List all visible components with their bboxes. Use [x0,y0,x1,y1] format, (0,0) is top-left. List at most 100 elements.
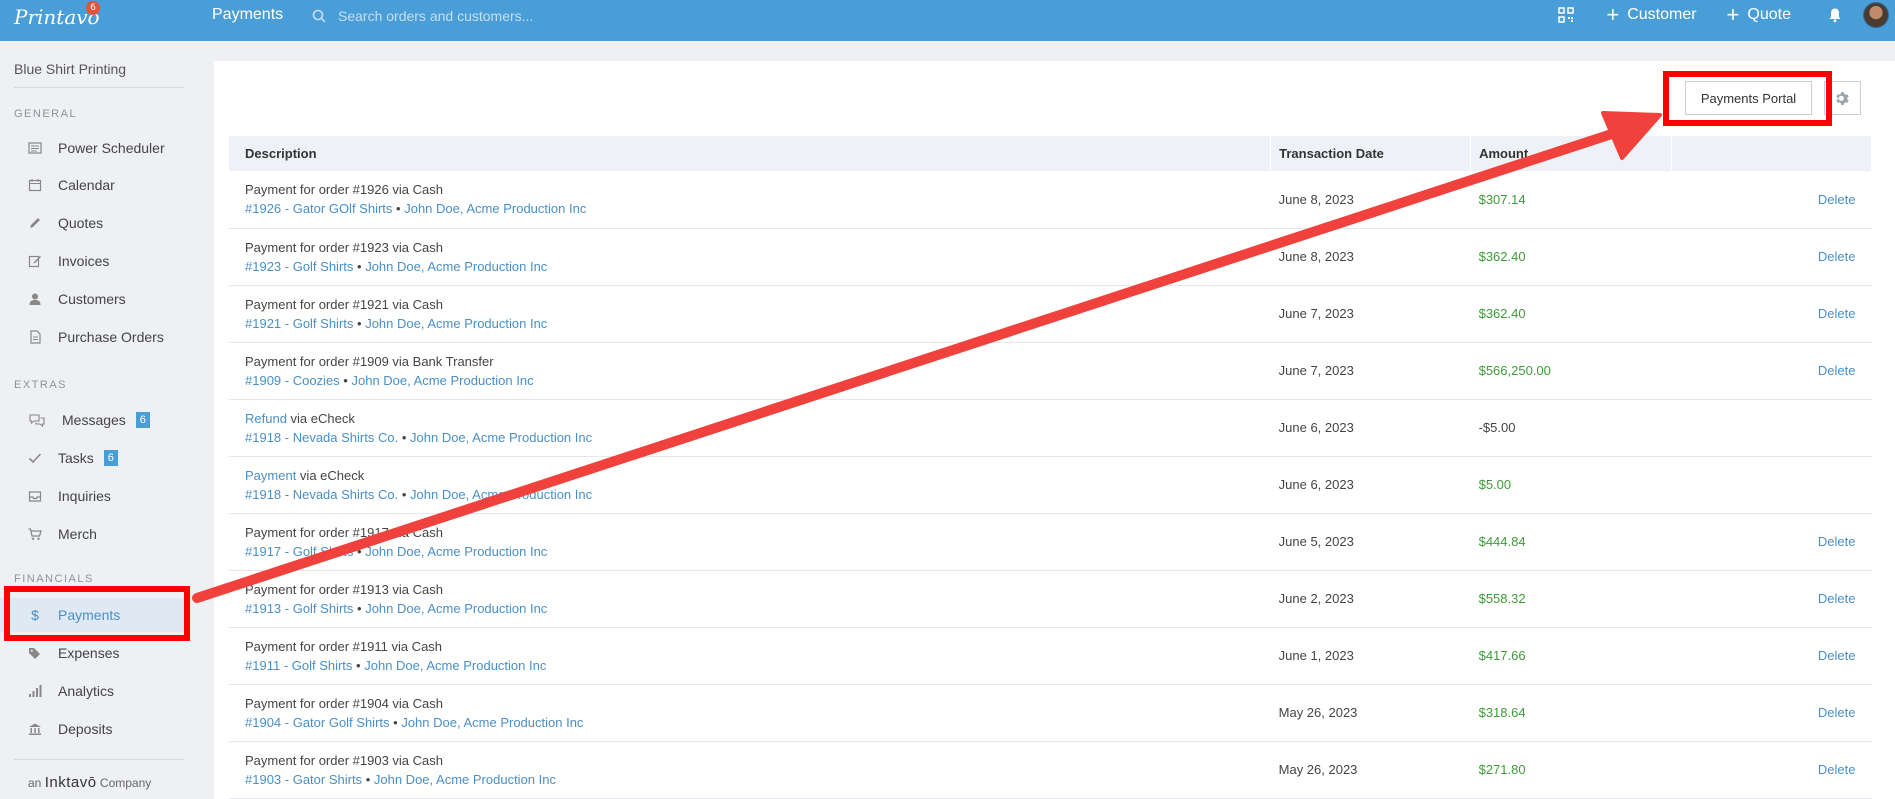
customer-link[interactable]: John Doe, Acme Production Inc [365,259,547,274]
customer-link[interactable]: John Doe, Acme Production Inc [404,201,586,216]
order-link[interactable]: #1903 - Gator Shirts [245,772,362,787]
column-description[interactable]: Description [229,136,1272,171]
order-line: #1923 - Golf Shirts • John Doe, Acme Pro… [245,257,1271,276]
order-link[interactable]: #1918 - Nevada Shirts Co. [245,430,398,445]
transaction-type-link[interactable]: Refund [245,411,287,426]
column-actions [1671,136,1872,171]
sidebar-item-customers[interactable]: Customers [0,282,184,316]
sidebar-item-label: Analytics [58,683,115,699]
amount: $417.66 [1470,627,1672,685]
add-customer-label: Customer [1627,6,1697,23]
order-link[interactable]: #1913 - Golf Shirts [245,601,353,616]
table-row: Payment for order #1903 via Cash #1903 -… [229,741,1872,799]
qr-grid-icon[interactable] [1558,7,1575,23]
sidebar-item-deposits[interactable]: Deposits [0,712,184,746]
actions-cell: Delete [1671,627,1872,685]
order-link[interactable]: #1918 - Nevada Shirts Co. [245,487,398,502]
order-link[interactable]: #1923 - Golf Shirts [245,259,353,274]
delete-link[interactable]: Delete [1818,306,1856,321]
actions-cell: Delete [1671,741,1872,799]
amount: -$5.00 [1470,399,1672,457]
delete-link[interactable]: Delete [1818,648,1856,663]
avatar[interactable] [1863,2,1889,28]
transaction-date: June 6, 2023 [1270,456,1471,514]
separator-dot: • [393,714,398,730]
sidebar-item-expenses[interactable]: Expenses [0,636,184,670]
separator-dot: • [365,771,371,787]
customer-link[interactable]: John Doe, Acme Production Inc [365,544,547,559]
sidebar-item-tasks[interactable]: Tasks 6 [0,441,184,475]
delete-link[interactable]: Delete [1818,705,1856,720]
payment-description: Payment for order #1913 via Cash [245,581,443,597]
sidebar-item-label: Quotes [58,215,104,231]
payments-portal-button[interactable]: Payments Portal [1685,81,1812,115]
description-line: Payment for order #1913 via Cash [245,580,1271,599]
company-name[interactable]: Blue Shirt Printing [14,61,126,77]
customer-link[interactable]: John Doe, Acme Production Inc [410,487,592,502]
table-header-row: Description Transaction Date Amount [229,136,1872,171]
order-link[interactable]: #1909 - Coozies [245,373,340,388]
order-link[interactable]: #1911 - Golf Shirts [245,658,352,673]
sidebar-item-payments[interactable]: $ Payments [0,598,184,632]
customer-link[interactable]: John Doe, Acme Production Inc [374,772,556,787]
tasks-count-badge: 6 [103,450,118,466]
table-row: Refund via eCheck #1918 - Nevada Shirts … [229,399,1872,457]
plus-icon: + [1606,2,1620,27]
sidebar-item-purchase-orders[interactable]: Purchase Orders [0,320,184,354]
column-amount[interactable]: Amount [1470,136,1673,171]
customer-link[interactable]: John Doe, Acme Production Inc [364,658,546,673]
transaction-type-link[interactable]: Payment [245,468,296,483]
separator-dot: • [401,429,407,445]
sidebar-item-quotes[interactable]: Quotes [0,206,184,240]
delete-link[interactable]: Delete [1818,534,1856,549]
sidebar-item-messages[interactable]: Messages 6 [0,403,184,437]
order-link[interactable]: #1921 - Golf Shirts [245,316,353,331]
sidebar-item-merch[interactable]: Merch [0,517,184,551]
column-transaction-date[interactable]: Transaction Date [1270,136,1472,171]
description-line: Payment for order #1911 via Cash [245,637,1271,656]
add-customer-button[interactable]: + Customer [1606,2,1697,27]
customer-link[interactable]: John Doe, Acme Production Inc [365,316,547,331]
delete-link[interactable]: Delete [1818,363,1856,378]
footer-prefix: an [28,776,42,790]
order-line: #1909 - Coozies • John Doe, Acme Product… [245,371,1271,390]
order-link[interactable]: #1904 - Gator Golf Shirts [245,715,390,730]
sidebar-item-label: Invoices [58,253,110,269]
sidebar-item-label: Expenses [58,645,120,661]
delete-link[interactable]: Delete [1818,762,1856,777]
customer-link[interactable]: John Doe, Acme Production Inc [410,430,592,445]
settings-button[interactable] [1824,81,1861,115]
transaction-date: June 5, 2023 [1270,513,1471,571]
customer-link[interactable]: John Doe, Acme Production Inc [401,715,583,730]
sidebar-item-calendar[interactable]: Calendar [0,168,184,202]
sidebar-item-invoices[interactable]: Invoices [0,244,184,278]
payment-description: Payment for order #1911 via Cash [245,638,443,654]
sidebar-item-inquiries[interactable]: Inquiries [0,479,184,513]
order-line: #1913 - Golf Shirts • John Doe, Acme Pro… [245,599,1271,618]
sidebar-item-power-scheduler[interactable]: Power Scheduler [0,131,184,165]
bell-icon[interactable] [1827,7,1843,23]
table-row: Payment for order #1911 via Cash #1911 -… [229,627,1872,685]
description-cell: Payment for order #1913 via Cash #1913 -… [229,570,1271,628]
order-link[interactable]: #1926 - Gator GOlf Shirts [245,201,392,216]
actions-cell [1671,399,1872,457]
inktavo-logo: Inktavō [44,774,97,791]
customer-link[interactable]: John Doe, Acme Production Inc [365,601,547,616]
delete-link[interactable]: Delete [1818,249,1856,264]
transaction-date: May 26, 2023 [1270,741,1471,799]
order-link[interactable]: #1917 - Golf Shirts [245,544,353,559]
description-line: Payment for order #1926 via Cash [245,180,1271,199]
add-quote-button[interactable]: + Quote [1727,4,1791,26]
transaction-date: June 7, 2023 [1270,342,1471,400]
search-input[interactable] [338,8,638,24]
table-row: Payment for order #1926 via Cash #1926 -… [229,171,1872,229]
customer-link[interactable]: John Doe, Acme Production Inc [351,373,533,388]
sidebar-item-label: Inquiries [58,488,111,504]
delete-link[interactable]: Delete [1818,192,1856,207]
top-actions: + Customer + Quote [1558,2,1895,28]
description-cell: Payment for order #1917 via Cash #1917 -… [229,513,1271,571]
add-quote-label: Quote [1747,6,1791,23]
separator-dot: • [357,315,362,331]
delete-link[interactable]: Delete [1818,591,1856,606]
sidebar-item-analytics[interactable]: Analytics [0,674,184,708]
